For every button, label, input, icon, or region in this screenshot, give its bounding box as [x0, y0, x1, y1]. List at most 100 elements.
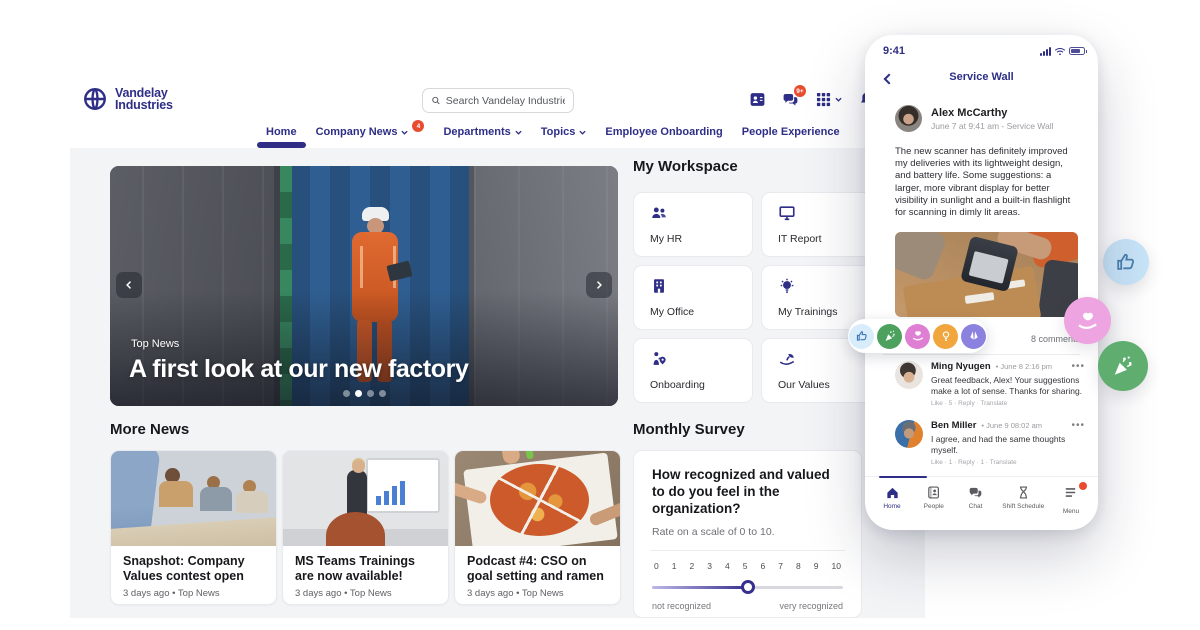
carousel-prev-button[interactable]: [116, 272, 142, 298]
comment-actions[interactable]: Like · 1 · Reply · 1 · Translate: [931, 459, 1085, 466]
nav-item-home[interactable]: Home: [266, 126, 297, 138]
survey-section-title: Monthly Survey: [633, 421, 745, 438]
search-input[interactable]: [446, 95, 565, 107]
comment-item: Ben Miller • June 9 08:02 am ••• I agree…: [895, 420, 1085, 466]
company-logo[interactable]: Vandelay Industries: [82, 86, 173, 112]
slider-thumb[interactable]: [741, 580, 755, 594]
tile-label: My HR: [650, 233, 752, 245]
tile-my-hr[interactable]: My HR: [633, 192, 753, 257]
party-popper-icon: [883, 329, 897, 343]
news-card-title: Podcast #4: CSO on goal setting and rame…: [467, 554, 608, 584]
mobile-app-preview: 9:41 Service Wall Alex McCarthy June 7 a…: [865, 35, 1098, 530]
reaction-bar: [848, 319, 987, 353]
back-chevron-icon[interactable]: [881, 72, 895, 86]
hand-leaf-icon: [778, 350, 796, 368]
tile-onboarding[interactable]: Onboarding: [633, 338, 753, 403]
office-building-icon: [650, 277, 668, 295]
workspace-section-title: My Workspace: [633, 158, 738, 175]
carousel-dot[interactable]: [343, 390, 350, 397]
nav-item-topics[interactable]: Topics: [541, 126, 587, 138]
survey-min-label: not recognized: [652, 601, 711, 611]
phone-bottom-nav: Home People Chat Shift Schedule M: [865, 476, 1098, 530]
menu-icon: [1063, 485, 1078, 500]
status-time: 9:41: [883, 45, 905, 57]
nav-item-departments[interactable]: Departments: [443, 126, 521, 138]
apps-grid-icon[interactable]: [814, 90, 832, 108]
news-card-meta: 3 days ago • Top News: [295, 588, 436, 599]
chevron-down-icon: [579, 129, 586, 136]
nav-item-employee-onboarding[interactable]: Employee Onboarding: [605, 126, 722, 138]
lightbulb-icon: [939, 329, 953, 343]
news-card-title: MS Teams Trainings are now available!: [295, 554, 436, 584]
comment-author[interactable]: Ming Nyugen: [931, 361, 991, 372]
post-photo[interactable]: [895, 232, 1078, 317]
global-search[interactable]: [422, 88, 574, 113]
news-card-title: Snapshot: Company Values contest open: [123, 554, 264, 584]
floating-heart-hand-bubble[interactable]: [1064, 297, 1111, 344]
carousel-dot[interactable]: [379, 390, 386, 397]
carousel-dot-active[interactable]: [355, 390, 362, 397]
workspace-tiles: My HR IT Report My Office My Trainings O…: [633, 192, 881, 403]
news-card-company-values[interactable]: Snapshot: Company Values contest open 3 …: [110, 450, 277, 605]
hero-news-carousel[interactable]: Top News A first look at our new factory: [110, 166, 618, 406]
nav-item-people-experience[interactable]: People Experience: [742, 126, 840, 138]
divider: [650, 550, 845, 551]
comment-actions[interactable]: Like · 5 · Reply · Translate: [931, 400, 1085, 407]
globe-icon: [82, 86, 108, 112]
comment-options-icon[interactable]: •••: [1071, 364, 1085, 370]
praying-hands-reaction[interactable]: [961, 324, 986, 349]
post-header[interactable]: Alex McCarthy June 7 at 9:41 am - Servic…: [895, 105, 1084, 132]
floating-thumbs-up-bubble[interactable]: [1103, 239, 1149, 285]
carousel-dot[interactable]: [367, 390, 374, 397]
tile-it-report[interactable]: IT Report: [761, 192, 881, 257]
news-card-meta: 3 days ago • Top News: [467, 588, 608, 599]
survey-scale: 012345678910: [652, 561, 843, 571]
news-image-meeting: [111, 451, 276, 546]
carousel-dots: [110, 390, 618, 397]
news-card-ms-teams[interactable]: MS Teams Trainings are now available! 3 …: [282, 450, 449, 605]
praying-hands-icon: [967, 329, 981, 343]
avatar-alex: [895, 105, 922, 132]
tab-menu[interactable]: Menu: [1056, 485, 1086, 515]
menu-badge: [1079, 482, 1087, 490]
tab-people[interactable]: People: [919, 485, 949, 515]
comment-item: Ming Nyugen • June 8 2:16 pm ••• Great f…: [895, 361, 1085, 407]
chevron-left-icon: [123, 279, 135, 291]
tab-chat[interactable]: Chat: [961, 485, 991, 515]
avatar-ben[interactable]: [895, 420, 923, 448]
chevron-right-icon: [593, 279, 605, 291]
avatar-ming[interactable]: [895, 361, 923, 389]
main-navigation: Home Company News 4 Departments Topics E…: [266, 126, 840, 138]
wifi-icon: [1054, 47, 1066, 56]
survey-slider[interactable]: [652, 580, 843, 594]
tab-home[interactable]: Home: [877, 485, 907, 515]
floating-party-popper-bubble[interactable]: [1098, 341, 1148, 391]
lightbulb-icon: [778, 277, 796, 295]
thumbs-up-icon: [855, 329, 869, 343]
lightbulb-reaction[interactable]: [933, 324, 958, 349]
tab-shift-schedule[interactable]: Shift Schedule: [1002, 485, 1044, 515]
news-image-presentation: [283, 451, 448, 546]
people-icon: [650, 204, 668, 222]
contact-card-icon[interactable]: [748, 90, 766, 108]
comment-date: • June 8 2:16 pm: [996, 362, 1052, 371]
heart-hand-reaction[interactable]: [905, 324, 930, 349]
thumbs-up-reaction[interactable]: [849, 324, 874, 349]
chevron-down-icon: [835, 96, 842, 103]
news-cards: Snapshot: Company Values contest open 3 …: [110, 450, 621, 605]
news-card-podcast[interactable]: Podcast #4: CSO on goal setting and rame…: [454, 450, 621, 605]
chat-bubbles-icon[interactable]: 9+: [781, 90, 799, 108]
comment-author[interactable]: Ben Miller: [931, 420, 976, 431]
heart-hand-icon: [1076, 309, 1100, 333]
nav-item-company-news[interactable]: Company News 4: [316, 126, 425, 138]
carousel-next-button[interactable]: [586, 272, 612, 298]
party-popper-icon: [1111, 354, 1135, 378]
page: Vandelay Industries 9+ 9+ Home Company N…: [0, 0, 1200, 630]
onboarding-pin-icon: [650, 350, 668, 368]
active-tab-indicator: [879, 476, 927, 478]
heart-hand-icon: [911, 329, 925, 343]
comment-options-icon[interactable]: •••: [1071, 423, 1085, 429]
tile-my-office[interactable]: My Office: [633, 265, 753, 330]
party-popper-reaction[interactable]: [877, 324, 902, 349]
post-meta: June 7 at 9:41 am - Service Wall: [931, 121, 1054, 131]
